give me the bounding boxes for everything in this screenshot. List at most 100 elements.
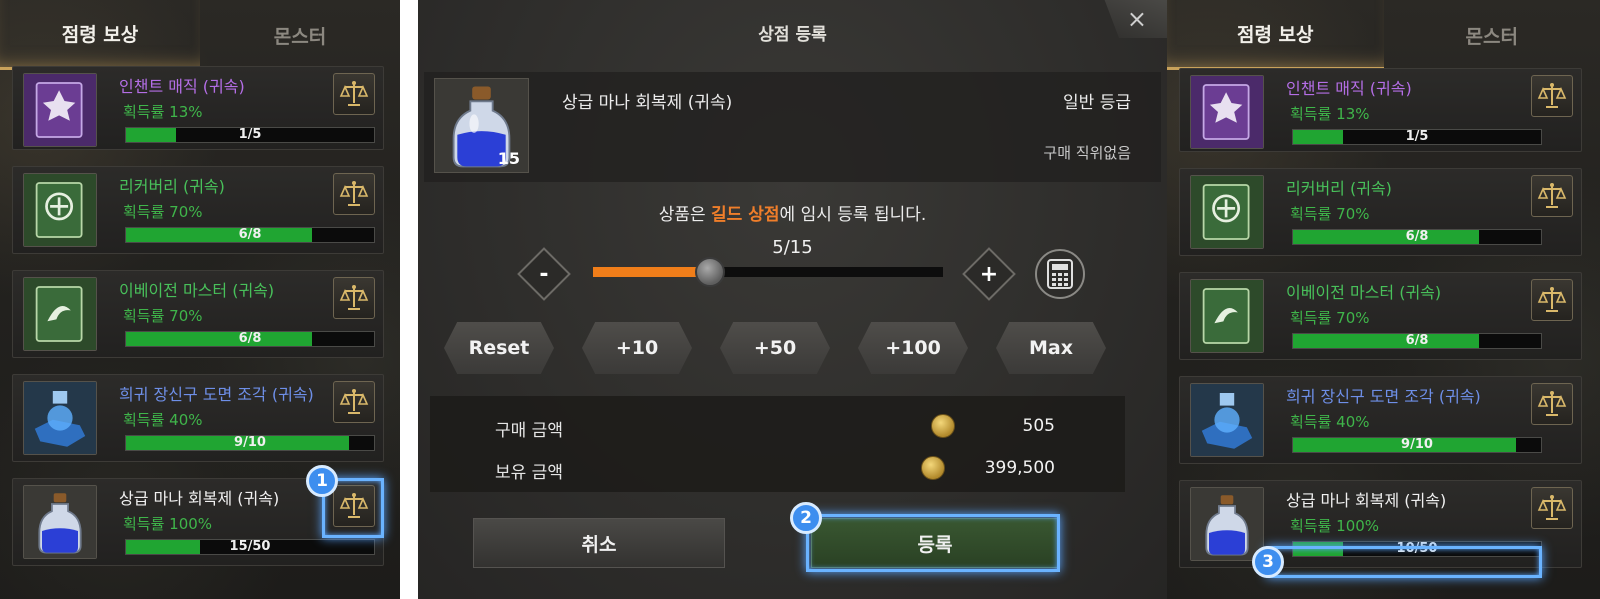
progress-text: 6/8 [1405, 333, 1429, 348]
item-thumbnail [1190, 383, 1264, 457]
quick-button-max[interactable]: Max [996, 322, 1106, 374]
register-scale-button[interactable] [333, 277, 375, 319]
progress-text: 6/8 [238, 227, 262, 242]
reward-item[interactable]: 인챈트 매직 (귀속) 획득률 13% 1/5 [1179, 68, 1582, 152]
progress-text: 6/8 [238, 331, 262, 346]
scale-icon [339, 181, 369, 206]
item-thumbnail [23, 381, 97, 455]
reward-item[interactable]: 이베이전 마스터 (귀속) 획득률 70% 6/8 [12, 270, 384, 358]
item-thumbnail [1190, 279, 1264, 353]
progress-bar: 6/8 [1292, 229, 1542, 245]
progress-bar: 1/5 [125, 127, 375, 143]
tab-occupation-reward[interactable]: 점령 보상 [1167, 0, 1384, 70]
item-thumbnail [1190, 487, 1264, 561]
item-thumbnail [23, 173, 97, 247]
drop-rate: 획득률 100% [1290, 517, 1380, 535]
reward-item[interactable]: 이베이전 마스터 (귀속) 획득률 70% 6/8 [1179, 272, 1582, 360]
minus-icon: - [539, 261, 549, 287]
progress-text: 10/50 [1396, 541, 1438, 556]
reward-item[interactable]: 희귀 장신구 도면 조각 (귀속) 획득률 40% 9/10 [12, 374, 384, 462]
register-scale-button[interactable] [1531, 279, 1573, 321]
register-scale-button[interactable] [1531, 487, 1573, 529]
scale-icon [1537, 391, 1567, 416]
item-quantity: 15 [497, 149, 520, 168]
price-value: 505 [1022, 416, 1055, 436]
tab-bar: 점령 보상 몬스터 [0, 0, 400, 70]
progress-bar: 9/10 [1292, 437, 1542, 453]
register-notice: 상품은 길드 상점에 임시 등록 됩니다. [418, 200, 1167, 225]
reward-list: 인챈트 매직 (귀속) 획득률 13% 1/5 리커버리 (귀속) 획득률 70% 6/8… [12, 66, 384, 582]
scale-icon [339, 493, 369, 518]
notice-text-post: 에 임시 등록 됩니다. [779, 205, 927, 225]
item-name: 상급 마나 회복제 (귀속) [119, 489, 280, 508]
gold-coin-icon [921, 456, 945, 480]
item-name: 상급 마나 회복제 (귀속) [562, 93, 733, 113]
drop-rate: 획득률 13% [1290, 105, 1370, 123]
progress-bar: 15/50 [125, 539, 375, 555]
notice-text-pre: 상품은 [658, 205, 712, 225]
item-name: 상급 마나 회복제 (귀속) [1286, 491, 1447, 510]
reward-item[interactable]: 리커버리 (귀속) 획득률 70% 6/8 [12, 166, 384, 254]
plus-icon: + [979, 261, 999, 287]
item-name: 인챈트 매직 (귀속) [119, 77, 245, 96]
item-name: 리커버리 (귀속) [1286, 179, 1392, 198]
item-thumbnail [23, 73, 97, 147]
calculator-button[interactable] [1035, 249, 1085, 299]
progress-text: 15/50 [229, 539, 271, 554]
item-name: 인챈트 매직 (귀속) [1286, 79, 1412, 98]
register-scale-button[interactable] [333, 381, 375, 423]
step-badge-3: 3 [1252, 546, 1284, 578]
register-scale-button[interactable] [1531, 383, 1573, 425]
quick-button-plus50[interactable]: +50 [720, 322, 830, 374]
item-thumbnail [23, 485, 97, 559]
progress-text: 9/10 [234, 435, 266, 450]
progress-bar: 1/5 [1292, 129, 1542, 145]
quick-button-plus100[interactable]: +100 [858, 322, 968, 374]
drop-rate: 획득률 70% [1290, 309, 1370, 327]
reward-item[interactable]: 희귀 장신구 도면 조각 (귀속) 획득률 40% 9/10 [1179, 376, 1582, 464]
buy-rank: 구매 직위없음 [1043, 144, 1131, 162]
scale-icon [339, 389, 369, 414]
progress-text: 6/8 [1405, 229, 1429, 244]
step-badge-2: 2 [790, 502, 822, 534]
price-label: 구매 금액 [495, 421, 563, 441]
tab-monster[interactable]: 몬스터 [1384, 0, 1600, 70]
quick-button-reset[interactable]: Reset [444, 322, 554, 374]
progress-bar: 6/8 [125, 227, 375, 243]
drop-rate: 획득률 13% [123, 103, 203, 121]
drop-rate: 획득률 100% [123, 515, 213, 533]
register-button[interactable]: 등록 [811, 518, 1059, 568]
register-scale-button[interactable] [333, 173, 375, 215]
slider-handle[interactable] [694, 257, 725, 287]
modal-title: 상점 등록 [758, 25, 827, 45]
item-name: 리커버리 (귀속) [119, 177, 225, 196]
item-name: 희귀 장신구 도면 조각 (귀속) [1286, 387, 1481, 406]
item-thumbnail [1190, 175, 1264, 249]
notice-highlight: 길드 상점 [711, 205, 780, 225]
reward-item[interactable]: 상급 마나 회복제 (귀속) 획득률 100% 10/50 [1179, 480, 1582, 568]
reward-item[interactable]: 인챈트 매직 (귀속) 획득률 13% 1/5 [12, 66, 384, 150]
scale-icon [339, 285, 369, 310]
progress-text: 9/10 [1401, 437, 1433, 452]
progress-bar: 10/50 [1292, 541, 1542, 557]
register-scale-button[interactable] [333, 73, 375, 115]
owned-label: 보유 금액 [495, 463, 563, 483]
tab-bar: 점령 보상 몬스터 [1167, 0, 1600, 70]
cancel-button[interactable]: 취소 [473, 518, 725, 568]
scale-icon [1537, 287, 1567, 312]
register-scale-button[interactable] [333, 485, 375, 527]
tab-monster[interactable]: 몬스터 [200, 0, 400, 70]
register-scale-button[interactable] [1531, 75, 1573, 117]
drop-rate: 획득률 70% [123, 307, 203, 325]
mana-potion-icon: 15 [434, 78, 529, 173]
step-badge-1: 1 [306, 465, 338, 497]
quick-button-plus10[interactable]: +10 [582, 322, 692, 374]
item-info: 15 상급 마나 회복제 (귀속) 일반 등급 구매 직위없음 [424, 72, 1161, 182]
price-box: 구매 금액 505 보유 금액 399,500 [430, 396, 1125, 492]
progress-bar: 9/10 [125, 435, 375, 451]
register-scale-button[interactable] [1531, 175, 1573, 217]
quantity-slider[interactable] [593, 257, 943, 287]
tab-occupation-reward[interactable]: 점령 보상 [0, 0, 200, 70]
reward-item[interactable]: 리커버리 (귀속) 획득률 70% 6/8 [1179, 168, 1582, 256]
item-thumbnail [23, 277, 97, 351]
